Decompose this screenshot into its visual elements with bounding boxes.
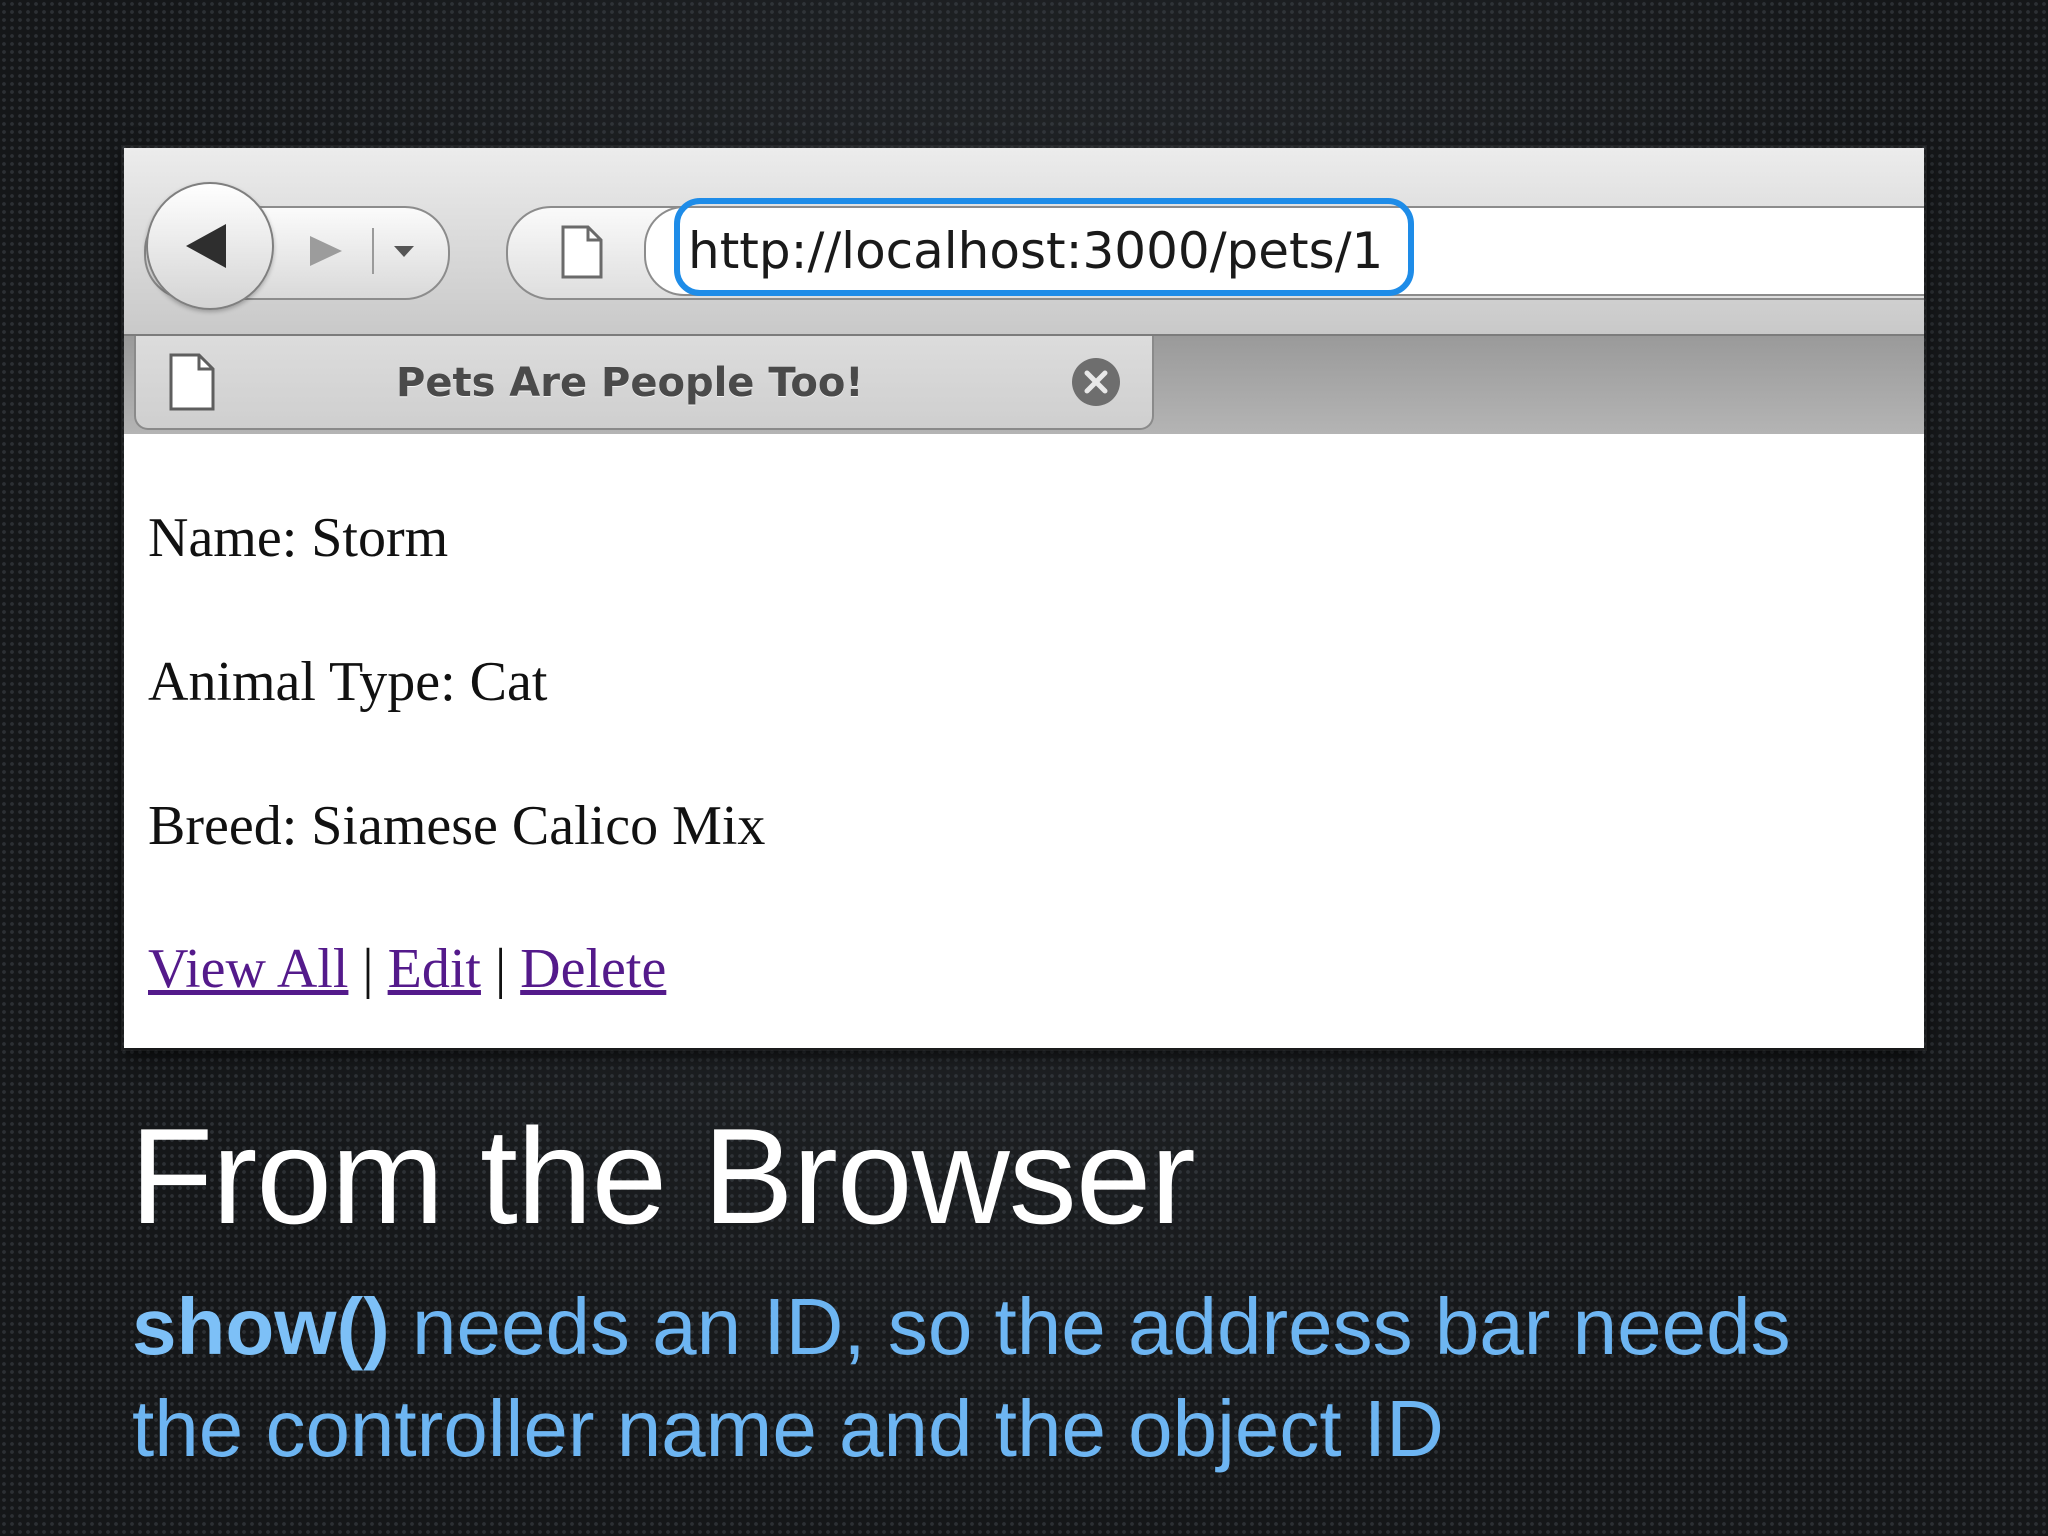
- tab-title: Pets Are People Too!: [396, 360, 864, 406]
- edit-link[interactable]: Edit: [388, 938, 481, 1000]
- slide-title: From the Browser: [130, 1100, 1196, 1252]
- pet-breed: Breed: Siamese Calico Mix: [148, 795, 766, 857]
- tab-close-button[interactable]: [1072, 358, 1120, 406]
- back-button[interactable]: [146, 182, 274, 310]
- delete-link[interactable]: Delete: [520, 938, 666, 1000]
- forward-arrow-icon: [310, 236, 342, 266]
- view-all-link[interactable]: View All: [148, 938, 348, 1000]
- url-highlight-annotation: [674, 198, 1414, 296]
- pet-name: Name: Storm: [148, 507, 449, 569]
- forward-button[interactable]: [286, 220, 366, 282]
- link-separator: |: [348, 938, 388, 1000]
- back-arrow-icon: [186, 224, 226, 268]
- close-icon: [1084, 370, 1108, 394]
- nav-divider: [372, 228, 374, 274]
- subtitle-line1: needs an ID, so the address bar needs: [389, 1282, 1791, 1371]
- chevron-down-icon: [394, 246, 414, 257]
- page-content: Name: Storm Animal Type: Cat Breed: Siam…: [124, 434, 1924, 1048]
- subtitle-code: show(): [132, 1282, 390, 1371]
- tab-page-icon: [168, 352, 216, 417]
- browser-screenshot: http://localhost:3000/pets/1 Pets Are Pe…: [124, 148, 1924, 1048]
- subtitle-line2: the controller name and the object ID: [132, 1384, 1444, 1473]
- history-dropdown-button[interactable]: [376, 220, 432, 282]
- slide-subtitle: show() needs an ID, so the address bar n…: [132, 1276, 1932, 1480]
- link-separator: |: [480, 938, 521, 1000]
- page-icon: [560, 224, 604, 285]
- tab-strip: Pets Are People Too!: [124, 334, 1924, 436]
- browser-toolbar: http://localhost:3000/pets/1: [124, 148, 1924, 334]
- tab-pets[interactable]: Pets Are People Too!: [134, 336, 1154, 430]
- action-links: View All | Edit | Delete: [148, 937, 666, 1001]
- pet-animal-type: Animal Type: Cat: [148, 651, 548, 713]
